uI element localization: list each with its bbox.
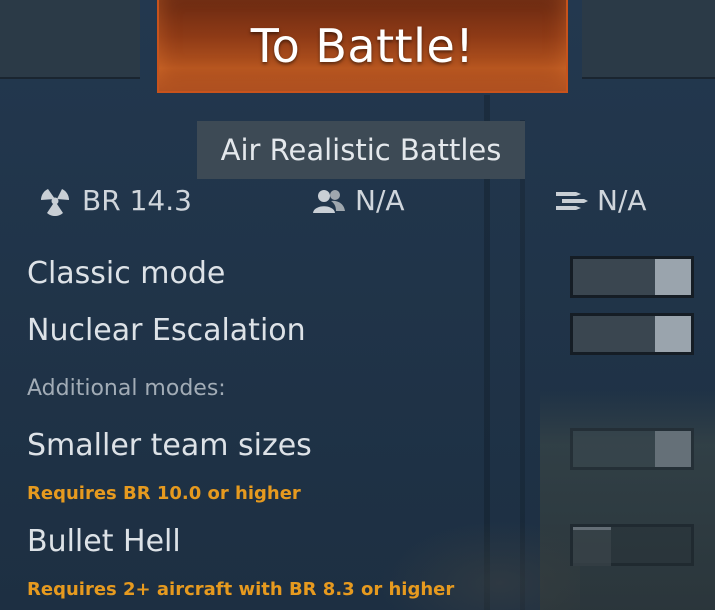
players-icon xyxy=(313,189,345,213)
top-bar-right-panel xyxy=(582,0,715,79)
toggle-knob xyxy=(655,259,691,295)
background-tower xyxy=(540,390,715,610)
to-battle-label: To Battle! xyxy=(250,18,475,73)
smaller-team-sizes-label: Smaller team sizes xyxy=(27,428,312,463)
players-value: N/A xyxy=(355,184,405,217)
battle-rating-value: BR 14.3 xyxy=(82,184,192,217)
queue-value: N/A xyxy=(597,184,647,217)
to-battle-button[interactable]: To Battle! xyxy=(157,0,568,93)
smaller-team-sizes-toggle[interactable] xyxy=(570,428,694,470)
bullet-hell-label: Bullet Hell xyxy=(27,524,181,559)
nuclear-escalation-toggle[interactable] xyxy=(570,313,694,355)
toggle-knob xyxy=(655,316,691,352)
smaller-team-sizes-requirement: Requires BR 10.0 or higher xyxy=(27,483,301,504)
top-bar-left-panel xyxy=(0,0,140,79)
queue-stat: N/A xyxy=(553,184,647,217)
nuclear-icon xyxy=(40,188,70,216)
game-mode-label[interactable]: Air Realistic Battles xyxy=(197,121,525,179)
toggle-knob xyxy=(573,527,611,566)
bullet-hell-requirement: Requires 2+ aircraft with BR 8.3 or high… xyxy=(27,579,455,600)
bullet-hell-toggle[interactable] xyxy=(570,524,694,566)
classic-mode-label: Classic mode xyxy=(27,256,226,291)
queue-icon xyxy=(556,191,588,210)
players-stat: N/A xyxy=(311,184,405,217)
nuclear-escalation-label: Nuclear Escalation xyxy=(27,313,306,348)
toggle-knob xyxy=(655,431,691,467)
stats-row: BR 14.3 N/A N/A xyxy=(0,184,715,226)
additional-modes-heading: Additional modes: xyxy=(27,376,226,401)
battle-rating-stat: BR 14.3 xyxy=(36,184,192,217)
classic-mode-toggle[interactable] xyxy=(570,256,694,298)
